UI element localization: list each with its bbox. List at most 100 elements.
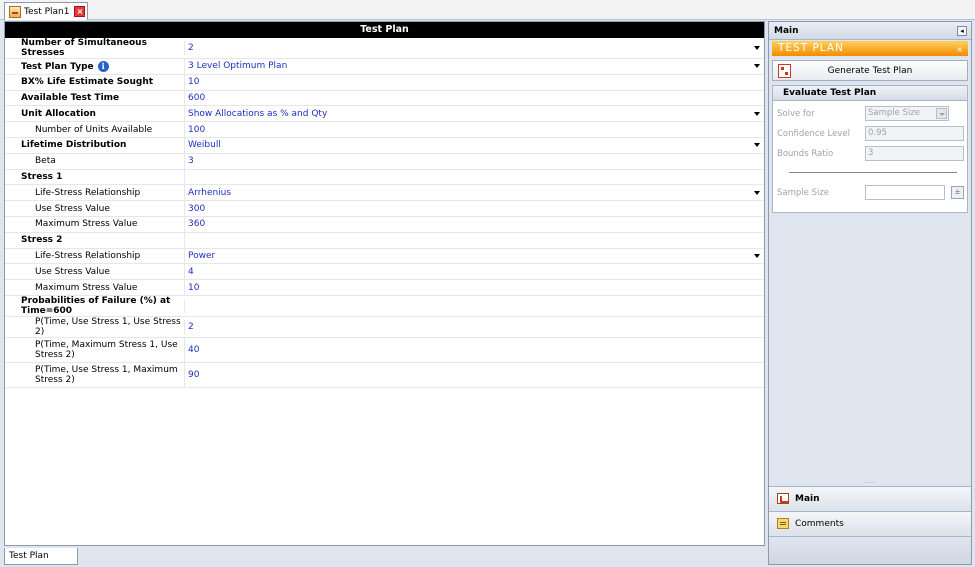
- grid-row[interactable]: Maximum Stress Value 10: [5, 280, 764, 296]
- evaluate-title: Evaluate Test Plan: [773, 86, 967, 101]
- grid-row[interactable]: Life-Stress Relationship Arrhenius: [5, 185, 764, 202]
- row-label: Stress 1: [5, 172, 184, 182]
- confidence-level-field[interactable]: 0.95: [865, 126, 964, 141]
- generate-test-plan-button[interactable]: Generate Test Plan: [772, 60, 968, 81]
- nav-main-label: Main: [795, 493, 820, 504]
- chevron-down-icon[interactable]: [754, 64, 760, 69]
- row-value[interactable]: 2: [184, 40, 764, 56]
- row-label: Number of Units Available: [5, 125, 184, 135]
- bounds-row: Bounds Ratio 3: [773, 144, 967, 164]
- solve-for-row: Solve for Sample Size: [773, 104, 967, 124]
- row-label: Maximum Stress Value: [5, 283, 184, 293]
- grid-row[interactable]: Lifetime Distribution Weibull: [5, 137, 764, 154]
- row-value[interactable]: 2: [184, 319, 764, 335]
- row-label-text: P(Time, Use Stress 1, Maximum Stress 2): [35, 364, 178, 385]
- grid-row[interactable]: Stress 1: [5, 169, 764, 186]
- row-value[interactable]: Power: [184, 248, 764, 264]
- grid-row[interactable]: Beta 3: [5, 153, 764, 170]
- close-icon[interactable]: ×: [74, 6, 86, 17]
- row-value[interactable]: 360: [184, 216, 764, 232]
- grid-row[interactable]: Available Test Time 600: [5, 90, 764, 107]
- row-value[interactable]: 3 Level Optimum Plan: [184, 59, 764, 74]
- chevron-down-icon[interactable]: [754, 143, 760, 148]
- row-label: Beta: [5, 156, 184, 166]
- divider: [789, 172, 957, 173]
- document-tab[interactable]: Test Plan1 ×: [4, 2, 88, 20]
- chevron-down-icon[interactable]: [754, 253, 760, 258]
- right-control-panel: Main ◂ TEST PLAN × Generate Test Plan Ev…: [768, 21, 972, 565]
- row-value[interactable]: 90: [184, 362, 764, 387]
- row-value[interactable]: Show Allocations as % and Qty: [184, 106, 764, 122]
- row-label-text: Use Stress Value: [35, 203, 110, 214]
- collapse-panel-icon[interactable]: ◂: [957, 26, 967, 36]
- grid-row[interactable]: BX% Life Estimate Sought 10: [5, 74, 764, 91]
- nav-main[interactable]: Main: [769, 486, 971, 510]
- tab-test-plan-inputs[interactable]: Test Plan Inputs: [4, 548, 78, 565]
- grid-row[interactable]: Unit Allocation Show Allocations as % and…: [5, 106, 764, 123]
- row-label-text: Lifetime Distribution: [21, 140, 127, 151]
- generate-plan-icon: [778, 64, 791, 78]
- bounds-ratio-field[interactable]: 3: [865, 146, 964, 161]
- row-label-text: Life-Stress Relationship: [35, 250, 141, 261]
- chevron-down-icon[interactable]: [754, 46, 760, 50]
- row-value[interactable]: 100: [184, 122, 764, 137]
- sample-size-field[interactable]: [865, 185, 945, 200]
- grid-row[interactable]: Test Plan Type i 3 Level Optimum Plan: [5, 59, 764, 75]
- row-value[interactable]: 300: [184, 201, 764, 216]
- row-label: Life-Stress Relationship: [5, 251, 184, 261]
- row-label-text: Number of Simultaneous Stresses: [21, 38, 147, 58]
- grid-row[interactable]: Use Stress Value 300: [5, 201, 764, 217]
- confidence-row: Confidence Level 0.95: [773, 124, 967, 144]
- row-value[interactable]: 10: [184, 74, 764, 90]
- row-label-text: Beta: [35, 156, 56, 167]
- grid-row[interactable]: P(Time, Use Stress 1, Use Stress 2) 2: [5, 317, 764, 338]
- chevron-down-icon[interactable]: [936, 108, 947, 119]
- grid-row[interactable]: Number of Simultaneous Stresses 2: [5, 38, 764, 59]
- grid-row[interactable]: P(Time, Maximum Stress 1, Use Stress 2) 4…: [5, 337, 764, 363]
- grid-row[interactable]: P(Time, Use Stress 1, Maximum Stress 2) 9…: [5, 362, 764, 388]
- grid-row[interactable]: Use Stress Value 4: [5, 264, 764, 281]
- row-label-text: BX% Life Estimate Sought: [21, 77, 154, 88]
- app-window: Test Plan1 × Test Plan Number of Simulta…: [0, 0, 975, 567]
- test-plan-grid: Test Plan Number of Simultaneous Stresse…: [4, 21, 765, 546]
- row-label-text: Available Test Time: [21, 92, 120, 103]
- row-value[interactable]: 40: [184, 337, 764, 362]
- grid-row[interactable]: Life-Stress Relationship Power: [5, 248, 764, 265]
- row-value[interactable]: 10: [184, 280, 764, 295]
- comments-icon: [777, 518, 789, 529]
- row-label-text: Stress 1: [21, 171, 63, 182]
- row-label-text: Use Stress Value: [35, 266, 110, 277]
- row-label-text: Life-Stress Relationship: [35, 187, 141, 198]
- row-value[interactable]: 4: [184, 264, 764, 280]
- banner-close-icon[interactable]: ×: [956, 42, 964, 57]
- grid-row[interactable]: Stress 2: [5, 232, 764, 249]
- chevron-down-icon[interactable]: [754, 190, 760, 195]
- row-label: P(Time, Use Stress 1, Maximum Stress 2): [5, 365, 184, 385]
- info-icon[interactable]: i: [97, 60, 109, 72]
- nav-comments[interactable]: Comments: [769, 511, 971, 535]
- grid-row[interactable]: Maximum Stress Value 360: [5, 216, 764, 233]
- grid-row[interactable]: Probabilities of Failure (%) at Time=600: [5, 296, 764, 317]
- nav-comments-label: Comments: [795, 518, 844, 529]
- row-label-text: Maximum Stress Value: [35, 282, 138, 293]
- test-plan-banner: TEST PLAN ×: [772, 41, 968, 56]
- row-label: Number of Simultaneous Stresses: [5, 38, 184, 58]
- row-value[interactable]: 600: [184, 90, 764, 106]
- chevron-down-icon[interactable]: [754, 111, 760, 116]
- solve-for-select[interactable]: Sample Size: [865, 106, 949, 121]
- row-value[interactable]: Arrhenius: [184, 185, 764, 201]
- calculate-icon[interactable]: ±: [951, 186, 964, 199]
- row-value[interactable]: 3: [184, 153, 764, 169]
- row-label-text: P(Time, Use Stress 1, Use Stress 2): [35, 316, 181, 337]
- test-plan-doc-icon: [9, 5, 21, 18]
- grid-row[interactable]: Number of Units Available 100: [5, 122, 764, 138]
- bounds-ratio-label: Bounds Ratio: [777, 149, 834, 159]
- row-label-text: Stress 2: [21, 235, 63, 246]
- grid-rows: Number of Simultaneous Stresses 2 Test Pla…: [5, 38, 764, 388]
- row-label: BX% Life Estimate Sought: [5, 77, 184, 87]
- document-tab-strip: Test Plan1 ×: [0, 0, 975, 20]
- sample-size-label: Sample Size: [777, 188, 830, 198]
- row-label: Stress 2: [5, 235, 184, 245]
- row-value[interactable]: Weibull: [184, 137, 764, 153]
- confidence-label: Confidence Level: [777, 129, 850, 139]
